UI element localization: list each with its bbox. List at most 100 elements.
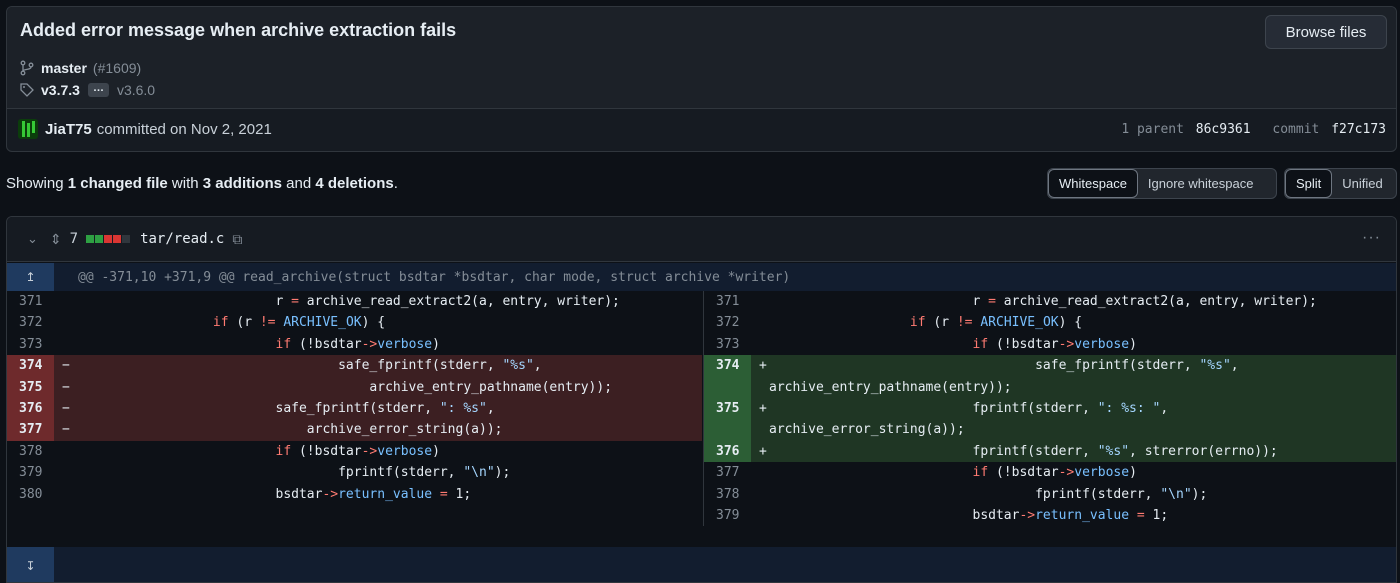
expand-all-icon[interactable]: ⇕ <box>50 231 62 248</box>
diff-stat-blocks <box>86 235 131 243</box>
diff-sign <box>751 377 769 398</box>
summary-files: 1 changed file <box>67 175 168 192</box>
left-diff-line: 372 if (r != ARCHIVE_OK) { <box>7 312 702 333</box>
line-number[interactable]: 373 <box>704 334 751 355</box>
line-number[interactable]: 379 <box>7 462 54 483</box>
code-text: archive_entry_pathname(entry)); <box>72 379 613 395</box>
commit-hash: f27c173 <box>1331 122 1386 137</box>
more-tags-button[interactable]: … <box>87 83 109 97</box>
line-number[interactable]: 379 <box>704 505 751 526</box>
tag-oldest[interactable]: v3.6.0 <box>117 82 155 98</box>
line-number[interactable]: 375 <box>704 398 751 420</box>
parent-label: 1 parent <box>1121 122 1184 137</box>
right-diff-line: 372 if (r != ARCHIVE_OK) { <box>704 312 1396 333</box>
summary-and: and <box>286 175 312 192</box>
line-number[interactable]: 378 <box>7 441 54 462</box>
line-number[interactable]: 375 <box>7 376 54 399</box>
diff-sign <box>54 441 72 462</box>
diff-sign: − <box>62 422 70 438</box>
line-number[interactable]: 377 <box>704 462 751 483</box>
commit-label: commit <box>1272 122 1320 137</box>
browse-files-button[interactable]: Browse files <box>1265 15 1387 49</box>
copy-icon[interactable]: ⧉ <box>232 231 242 248</box>
stat-block-deleted <box>113 235 122 243</box>
left-diff-line: 379 fprintf(stderr, "\n"); <box>7 462 702 483</box>
code-text: r = archive_read_extract2(a, entry, writ… <box>769 294 1317 309</box>
diff-sign <box>54 291 72 312</box>
unified-view-button[interactable]: Unified <box>1332 169 1392 198</box>
right-diff-line: archive_entry_pathname(entry)); <box>704 376 1396 399</box>
line-number[interactable]: 371 <box>704 291 751 312</box>
line-number[interactable]: 380 <box>7 484 54 505</box>
diff-sign: + <box>759 401 767 417</box>
summary-with: with <box>171 175 199 192</box>
right-diff-line: 377 if (!bsdtar->verbose) <box>704 462 1396 483</box>
code-text: if (!bsdtar->verbose) <box>972 465 1137 481</box>
diff-sign: + <box>759 443 767 459</box>
left-diff-line: 374− safe_fprintf(stderr, "%s", <box>7 355 702 377</box>
diff-sign <box>54 484 72 505</box>
right-diff-line: 373 if (!bsdtar->verbose) <box>704 334 1396 355</box>
branch-row: master (#1609) <box>19 60 141 76</box>
code-text: bsdtar->return_value = 1; <box>72 486 472 502</box>
chevron-down-icon[interactable]: ⌄ <box>27 231 38 247</box>
file-name[interactable]: tar/read.c <box>140 231 224 247</box>
left-diff-line: 377− archive_error_string(a)); <box>7 419 702 441</box>
author-name[interactable]: JiaT75 <box>45 121 92 138</box>
left-diff-line: 371 r = archive_read_extract2(a, entry, … <box>7 291 702 312</box>
ignore-whitespace-button[interactable]: Ignore whitespace <box>1138 169 1264 198</box>
stat-block-neutral <box>122 235 131 243</box>
diff-sign <box>751 291 769 312</box>
line-number[interactable]: 376 <box>704 440 751 463</box>
split-view-button[interactable]: Split <box>1285 169 1333 198</box>
summary-additions: 3 additions <box>202 175 282 192</box>
line-number[interactable]: 374 <box>704 355 751 377</box>
branch-name[interactable]: master <box>41 60 87 76</box>
hunk-header: ↥ @@ -371,10 +371,9 @@ read_archive(stru… <box>7 263 1396 291</box>
author-row: JiaT75 committed on Nov 2, 2021 <box>18 119 272 139</box>
code-text: fprintf(stderr, ": %s: ", <box>769 401 1169 417</box>
code-text: fprintf(stderr, "%s", strerror(errno)); <box>769 443 1278 459</box>
tag-latest[interactable]: v3.7.3 <box>41 82 80 98</box>
line-number[interactable]: 372 <box>7 312 54 333</box>
kebab-menu-icon[interactable]: ··· <box>1362 229 1381 247</box>
diff-right-pane: 371 r = archive_read_extract2(a, entry, … <box>703 291 1396 527</box>
code-text: if (!bsdtar->verbose) <box>972 336 1137 352</box>
code-text: if (!bsdtar->verbose) <box>275 336 440 352</box>
avatar[interactable] <box>18 119 38 139</box>
line-number[interactable]: 378 <box>704 484 751 505</box>
summary-prefix: Showing <box>6 175 64 192</box>
expand-down-icon[interactable]: ↧ <box>7 547 54 582</box>
stat-block-added <box>86 235 95 243</box>
commit-header: Added error message when archive extract… <box>6 6 1397 152</box>
diff-left-pane: 371 r = archive_read_extract2(a, entry, … <box>7 291 702 505</box>
code-text: fprintf(stderr, "\n"); <box>769 486 1208 502</box>
diff-sign <box>751 334 769 355</box>
change-count: 7 <box>69 231 79 247</box>
line-number[interactable]: 372 <box>704 312 751 333</box>
line-number[interactable]: 377 <box>7 419 54 441</box>
expand-up-icon[interactable]: ↥ <box>7 263 54 291</box>
diff-sign <box>751 312 769 333</box>
line-number[interactable]: 371 <box>7 291 54 312</box>
pr-link[interactable]: (#1609) <box>93 60 141 76</box>
line-number[interactable]: 373 <box>7 334 54 355</box>
line-number[interactable]: 376 <box>7 398 54 420</box>
parent-hash[interactable]: 86c9361 <box>1196 122 1251 137</box>
code-text: safe_fprintf(stderr, "%s", <box>72 358 542 374</box>
code-text: bsdtar->return_value = 1; <box>769 508 1169 524</box>
diff-summary: Showing 1 changed file with 3 additions … <box>6 175 398 192</box>
git-branch-icon <box>20 60 34 76</box>
left-diff-line: 376− safe_fprintf(stderr, ": %s", <box>7 398 702 420</box>
diff-sign <box>751 462 769 483</box>
right-diff-line: archive_error_string(a)); <box>704 419 1396 441</box>
stat-block-added <box>95 235 104 243</box>
whitespace-button[interactable]: Whitespace <box>1048 169 1138 198</box>
diff-sign: − <box>62 401 70 417</box>
line-number[interactable]: 374 <box>7 355 54 377</box>
code-text: archive_entry_pathname(entry)); <box>769 379 1012 395</box>
code-text: fprintf(stderr, "\n"); <box>72 465 511 481</box>
left-diff-line: 378 if (!bsdtar->verbose) <box>7 441 702 462</box>
diff-sign <box>751 419 769 440</box>
stat-block-deleted <box>104 235 113 243</box>
